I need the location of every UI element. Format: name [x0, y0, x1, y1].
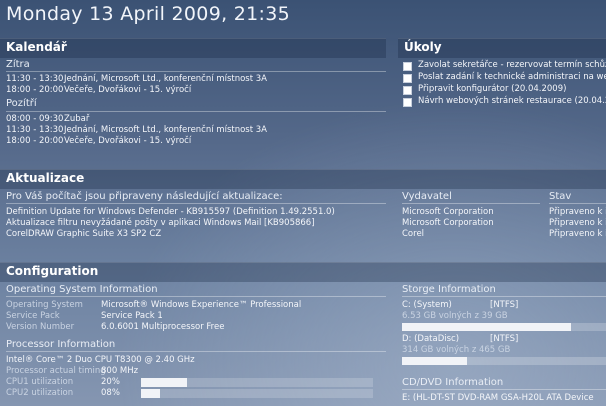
cpu-timing-value: 800 MHz — [101, 366, 139, 376]
divider — [6, 203, 386, 204]
tasks-header: Úkoly — [398, 38, 606, 58]
drive-d-usage-bar — [402, 357, 606, 365]
calendar-event[interactable]: 11:30 - 13:30Jednání, Microsoft Ltd., ko… — [6, 125, 267, 135]
version-value: 6.0.6001 Multiprocessor Free — [101, 322, 225, 332]
task-label: Připravit konfigurátor (20.04.2009) — [418, 84, 567, 94]
update-status: Připraveno k in — [549, 207, 606, 217]
drive-c-name: C: (System) — [402, 300, 452, 310]
cpu-model: Intel® Core™ 2 Duo CPU T8300 @ 2.40 GHz — [6, 355, 195, 365]
drive-d-usage-fill — [402, 357, 468, 365]
drive-c-usage-bar — [402, 323, 606, 331]
tasks-title: Úkoly — [404, 40, 442, 54]
updates-title: Aktualizace — [6, 171, 85, 185]
update-publisher: Microsoft Corporation — [402, 207, 494, 217]
calendar-event[interactable]: 08:00 - 09:30Zubař — [6, 114, 89, 124]
calendar-day-after-tomorrow: Pozítří — [6, 98, 37, 109]
dvd-drive: E: (HL-DT-ST DVD-RAM GSA-H20L ATA Device — [402, 393, 594, 403]
drive-d-name: D: (DataDisc) — [402, 334, 460, 344]
cpu-timing-label: Processor actual timing — [6, 366, 106, 376]
divider — [6, 351, 386, 352]
dvd-section-title: CD/DVD Information — [402, 377, 504, 388]
calendar-title: Kalendář — [6, 40, 67, 54]
cpu1-utilization-bar — [141, 378, 373, 387]
task-checkbox[interactable] — [403, 86, 412, 95]
task-label: Poslat zadání k technické administraci n… — [418, 72, 606, 82]
updates-col-publisher: Vydavatel — [402, 191, 452, 202]
cpu2-label: CPU2 utilization — [6, 388, 74, 398]
update-name[interactable]: Definition Update for Windows Defender -… — [6, 207, 335, 217]
cpu2-value: 08% — [101, 388, 120, 398]
divider — [402, 296, 606, 297]
cpu1-utilization-fill — [141, 378, 188, 387]
drive-c-fs: [NTFS] — [490, 300, 519, 310]
updates-col-status: Stav — [549, 191, 572, 202]
update-name[interactable]: CorelDRAW Graphic Suite X3 SP2 CZ — [6, 229, 161, 239]
update-name[interactable]: Aktualizace filtru nevyžádané pošty v ap… — [6, 218, 315, 228]
task-checkbox[interactable] — [403, 74, 412, 83]
divider — [6, 296, 386, 297]
os-value: Microsoft® Windows Experience™ Professio… — [101, 300, 302, 310]
service-pack-value: Service Pack 1 — [101, 311, 163, 321]
drive-d-fs: [NTFS] — [490, 334, 519, 344]
update-status: Připraveno k in — [549, 218, 606, 228]
drive-c-usage-fill — [402, 323, 572, 331]
divider — [6, 71, 386, 72]
calendar-header: Kalendář — [0, 38, 386, 58]
version-label: Version Number — [6, 322, 75, 332]
processor-section-title: Processor Information — [6, 339, 116, 350]
calendar-event[interactable]: 11:30 - 13:30Jednání, Microsoft Ltd., ko… — [6, 74, 267, 84]
divider — [6, 111, 386, 112]
os-label: Operating System — [6, 300, 83, 310]
updates-header: Aktualizace — [0, 169, 606, 189]
task-checkbox[interactable] — [403, 98, 412, 107]
configuration-header: Configuration — [0, 262, 606, 282]
cpu1-label: CPU1 utilization — [6, 377, 74, 387]
service-pack-label: Service Pack — [6, 311, 60, 321]
divider — [402, 203, 540, 204]
task-label: Návrh webových stránek restaurace (20.04… — [418, 96, 606, 106]
task-label: Zavolat sekretářce - rezervovat termín s… — [418, 60, 606, 70]
updates-intro: Pro Váš počítač jsou připraveny následuj… — [6, 191, 283, 202]
date-time: Monday 13 April 2009, 21:35 — [6, 3, 291, 25]
task-checkbox[interactable] — [403, 62, 412, 71]
divider — [402, 389, 606, 390]
update-status: Připraveno k in — [549, 229, 606, 239]
divider — [549, 203, 606, 204]
drive-c-free: 6.53 GB volných z 39 GB — [402, 311, 508, 321]
calendar-day-tomorrow: Zítra — [6, 59, 30, 70]
cpu2-utilization-fill — [141, 389, 160, 398]
calendar-event[interactable]: 18:00 - 20:00Večeře, Dvořákovi - 15. výr… — [6, 136, 191, 146]
cpu1-value: 20% — [101, 377, 120, 387]
configuration-title: Configuration — [6, 264, 99, 278]
drive-d-free: 314 GB volných z 465 GB — [402, 345, 511, 355]
storage-section-title: Storge Information — [402, 284, 496, 295]
update-publisher: Corel — [402, 229, 425, 239]
calendar-event[interactable]: 18:00 - 20:00Večeře, Dvořákovi - 15. výr… — [6, 85, 191, 95]
os-section-title: Operating System Information — [6, 284, 158, 295]
cpu2-utilization-bar — [141, 389, 373, 398]
update-publisher: Microsoft Corporation — [402, 218, 494, 228]
